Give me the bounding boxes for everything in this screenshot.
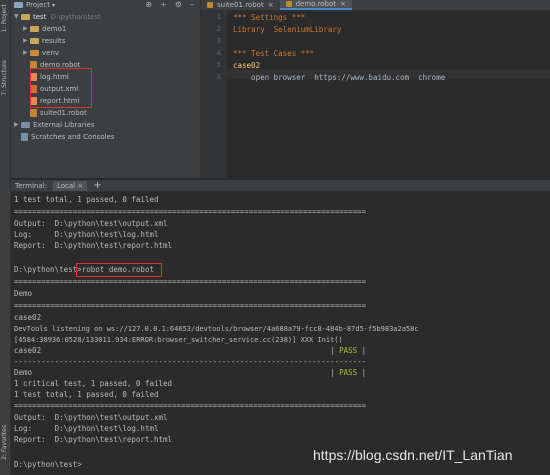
- chevron-down-icon[interactable]: ▾: [52, 2, 55, 9]
- terminal-line: Report: D:\python\test\report.html: [14, 435, 173, 444]
- root-path: D:\python\test: [50, 12, 101, 21]
- terminal-label: Terminal:: [15, 181, 47, 190]
- line-number: 4: [216, 49, 221, 57]
- terminal-line: Log: D:\python\test\log.html: [14, 230, 159, 239]
- terminal-line: 1 test total, 1 passed, 0 failed: [14, 195, 159, 204]
- expand-arrow-icon[interactable]: ▶: [23, 25, 30, 32]
- project-tool-button[interactable]: 1: Project: [1, 4, 10, 32]
- terminal-line: DevTools listening on ws://127.0.0.1:646…: [14, 325, 419, 333]
- project-panel-title[interactable]: Project: [26, 1, 50, 9]
- library-icon: [21, 121, 30, 128]
- project-view-icon: [14, 2, 23, 8]
- code-line[interactable]: *** Settings ***: [233, 13, 305, 22]
- pass-status: PASS: [339, 368, 358, 377]
- editor-pane: suite01.robot × demo.robot × 1 2 3 4 5 6…: [201, 0, 550, 178]
- line-number: 2: [216, 25, 221, 33]
- line-number: 1: [216, 13, 221, 21]
- code-line[interactable]: case02: [233, 61, 260, 70]
- terminal-line: 1 test total, 1 passed, 0 failed: [14, 390, 159, 399]
- root-name: test: [33, 12, 47, 21]
- terminal-header: Terminal: Local × +: [11, 180, 550, 192]
- editor-tabs: suite01.robot × demo.robot ×: [201, 0, 550, 11]
- tab-demo-robot[interactable]: demo.robot ×: [279, 0, 352, 10]
- hide-icon[interactable]: –: [190, 0, 194, 9]
- terminal-line: Output: D:\python\test\output.xml: [14, 219, 168, 228]
- terminal-line: 1 critical test, 1 passed, 0 failed: [14, 379, 173, 388]
- command-highlight-box: [76, 263, 162, 277]
- project-panel: Project ▾ ⊕ ÷ ⚙ – ▼ test D:\python\test …: [11, 0, 201, 178]
- terminal-tab-label: Local: [56, 181, 76, 190]
- tab-label: demo.robot: [295, 0, 337, 8]
- close-icon[interactable]: ×: [340, 0, 346, 8]
- terminal-pass-line: Demo | PASS |: [14, 368, 367, 377]
- expand-arrow-icon[interactable]: ▶: [23, 49, 30, 56]
- close-icon[interactable]: ×: [268, 1, 274, 9]
- line-number-gutter: 1 2 3 4 5 6: [201, 11, 227, 178]
- code-line[interactable]: *** Test Cases ***: [233, 49, 314, 58]
- code-line[interactable]: Library SeleniumLibrary: [233, 25, 341, 34]
- terminal-line: Log: D:\python\test\log.html: [14, 424, 159, 433]
- terminal-line: ========================================…: [14, 207, 367, 216]
- terminal-line: ========================================…: [14, 301, 367, 310]
- add-terminal-button[interactable]: +: [93, 180, 101, 191]
- favorites-tool-button[interactable]: 2: Favorites: [1, 425, 10, 460]
- tree-item-scratches[interactable]: Scratches and Consoles: [21, 131, 115, 142]
- tree-item-label: Scratches and Consoles: [31, 132, 115, 141]
- collapse-icon[interactable]: ÷: [160, 0, 167, 9]
- scratches-icon: [21, 132, 28, 141]
- pass-status: PASS: [339, 346, 358, 355]
- robot-file-icon: [207, 2, 213, 8]
- tool-window-stripe: 1: Project 7: Structure 2: Favorites: [0, 0, 11, 475]
- folder-icon: [30, 49, 39, 56]
- tree-item-label: External Libraries: [33, 120, 95, 129]
- terminal-line: Output: D:\python\test\output.xml: [14, 413, 168, 422]
- tree-item-demo1[interactable]: ▶ demo1: [23, 23, 66, 34]
- tree-item-external-libraries[interactable]: ▶ External Libraries: [14, 119, 95, 130]
- line-number: 3: [216, 37, 221, 45]
- tree-item-suite01-robot[interactable]: suite01.robot: [30, 107, 87, 118]
- line-number: 5: [216, 61, 221, 69]
- watermark: https://blog.csdn.net/IT_LanTian: [313, 447, 513, 463]
- close-icon[interactable]: ×: [77, 182, 83, 190]
- tree-item-label: suite01.robot: [40, 108, 87, 117]
- terminal-prompt: D:\python\test>: [14, 460, 82, 469]
- robot-file-icon: [285, 1, 292, 7]
- terminal-tab-local[interactable]: Local ×: [52, 180, 88, 191]
- code-line[interactable]: open browser https://www.baidu.com chrom…: [233, 73, 445, 82]
- terminal-line: case02: [14, 313, 42, 322]
- tab-suite01-robot[interactable]: suite01.robot ×: [201, 0, 280, 10]
- robot-file-icon: [30, 108, 37, 117]
- expand-arrow-icon[interactable]: ▶: [23, 37, 30, 44]
- terminal-pass-line: case02 | PASS |: [14, 346, 367, 355]
- terminal-line: Report: D:\python\test\report.html: [14, 241, 173, 250]
- terminal-line: Demo: [14, 289, 33, 298]
- tree-root[interactable]: ▼ test D:\python\test: [14, 11, 101, 22]
- folder-icon: [30, 25, 39, 32]
- terminal-line: ========================================…: [14, 277, 367, 286]
- tree-item-results[interactable]: ▶ results: [23, 35, 65, 46]
- tab-label: suite01.robot: [217, 1, 264, 9]
- folder-icon: [30, 37, 39, 44]
- tree-item-label: venv: [42, 48, 60, 57]
- line-number: 6: [216, 73, 221, 81]
- tree-item-label: demo1: [42, 24, 67, 33]
- terminal-line: ========================================…: [14, 401, 367, 410]
- project-panel-header: Project ▾ ⊕ ÷ ⚙ –: [11, 0, 200, 10]
- highlight-box: [30, 68, 92, 108]
- expand-arrow-icon[interactable]: ▶: [14, 121, 21, 128]
- tree-item-venv[interactable]: ▶ venv: [23, 47, 59, 58]
- terminal-line: [4584:38936:0528/133011.934:ERROR:browse…: [14, 336, 343, 344]
- gear-icon[interactable]: ⚙: [175, 0, 182, 9]
- terminal-line: ----------------------------------------…: [14, 357, 367, 366]
- expand-arrow-icon[interactable]: ▼: [14, 13, 21, 20]
- tree-item-label: results: [42, 36, 66, 45]
- locate-icon[interactable]: ⊕: [145, 0, 152, 9]
- folder-icon: [21, 13, 30, 20]
- structure-tool-button[interactable]: 7: Structure: [1, 60, 10, 96]
